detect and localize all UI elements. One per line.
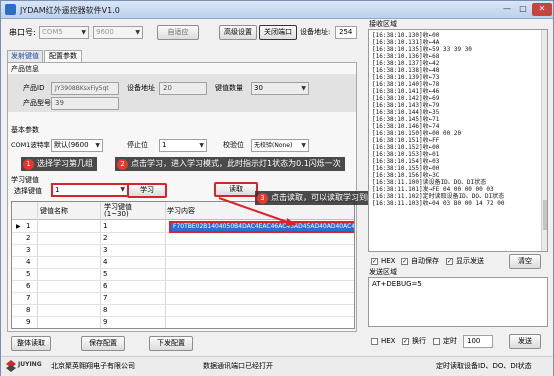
autosave-label: 自动保存	[411, 257, 439, 265]
company-name: 北京聚英翱翔电子有限公司	[51, 362, 135, 370]
newline-label: 换行	[412, 337, 426, 345]
log-line: [16:38:10.143]收←79	[372, 102, 440, 109]
log-line: [16:38:10.146]收←74	[372, 123, 440, 130]
timer-label: 定时	[443, 337, 457, 345]
log-line: [16:38:10.156]收←3C	[372, 172, 440, 179]
log-line: [16:38:10.141]收←46	[372, 88, 440, 95]
send-area-heading: 发送区域	[369, 268, 397, 276]
show-send-checkbox[interactable]: ✓	[446, 258, 453, 265]
log-line: [16:38:10.150]收←00 00 20	[372, 130, 462, 137]
log-line: [16:38:10.153]收←01	[372, 151, 440, 158]
hex-send-label: HEX	[381, 337, 396, 345]
show-send-label: 显示发送	[456, 257, 484, 265]
callout-number: 2	[117, 159, 128, 170]
callout-text: 点击学习，进入学习模式，此时指示灯1状态为0.1闪烁一次	[131, 159, 341, 168]
hex-receive-checkbox[interactable]: ✓	[371, 258, 378, 265]
logo-text: JUYING	[18, 361, 42, 368]
log-line: [16:38:10.139]收←73	[372, 74, 440, 81]
receive-log[interactable]: [16:38:10.130]收←00 [16:38:10.131]收←4A [1…	[368, 29, 548, 252]
log-line: [16:38:10.142]收←69	[372, 95, 440, 102]
log-line: [16:38:10.131]收←4A	[372, 39, 440, 46]
callout-number: 3	[257, 193, 268, 204]
log-line: [16:38:11.101]发→FE 04 00 00 00 03	[372, 186, 494, 193]
read-all-button[interactable]: 整体读取	[11, 336, 51, 351]
newline-checkbox[interactable]: ✓	[402, 338, 409, 345]
log-line: [16:38:10.140]收←78	[372, 81, 440, 88]
log-line: [16:38:10.144]收←35	[372, 109, 440, 116]
receive-scrollbar[interactable]	[541, 30, 547, 251]
hex-receive-label: HEX	[381, 257, 396, 265]
log-line: [16:38:10.152]收←00	[372, 144, 440, 151]
log-line: [16:38:11.103]收←04 03 B0 00 14 72 00	[372, 200, 505, 207]
hex-send-checkbox[interactable]	[371, 338, 378, 345]
log-line: [16:38:11.102]定时读取设备ID、DO、DI状态	[372, 193, 505, 200]
log-line: [16:38:11.100]读设备ID、DO、DI状态	[372, 179, 487, 186]
timer-status: 定时读取设备ID、DO、DI状态	[436, 362, 532, 370]
save-config-button[interactable]: 保存配置	[81, 336, 125, 351]
timer-interval-input[interactable]: 100	[463, 335, 493, 348]
log-line: [16:38:10.138]收←48	[372, 67, 440, 74]
timer-checkbox[interactable]	[433, 338, 440, 345]
log-line: [16:38:10.137]收←42	[372, 60, 440, 67]
send-button[interactable]: 发送	[509, 334, 541, 349]
log-line: [16:38:10.154]收←03	[372, 158, 440, 165]
log-line: [16:38:10.135]收←59 33 39 30	[372, 46, 472, 53]
status-bar: JUYING 北京聚英翱翔电子有限公司 数据通讯端口已经打开 定时读取设备ID、…	[1, 356, 553, 376]
scroll-thumb[interactable]	[543, 200, 547, 230]
autosave-checkbox[interactable]: ✓	[401, 258, 408, 265]
callout-number: 1	[23, 159, 34, 170]
log-line: [16:38:10.130]收←00	[372, 32, 440, 39]
download-config-button[interactable]: 下发配置	[149, 336, 193, 351]
log-line: [16:38:10.136]收←68	[372, 53, 440, 60]
callout-text: 选择学习第几组	[37, 159, 93, 168]
log-line: [16:38:10.151]收←FF	[372, 137, 440, 144]
callout-2: 2 点击学习，进入学习模式，此时指示灯1状态为0.1闪烁一次	[115, 157, 345, 171]
juying-logo	[6, 360, 16, 372]
send-input[interactable]: AT+DEBUG=5	[368, 277, 548, 327]
comm-status: 数据通讯端口已经打开	[203, 362, 273, 370]
callout-1: 1 选择学习第几组	[21, 157, 97, 171]
app-window: JYDAM红外遥控器软件V1.0 — □ ✕ 串口号: COM5 ▼ 9600 …	[0, 0, 554, 376]
receive-area-heading: 接收区域	[369, 20, 397, 28]
clear-button[interactable]: 清空	[509, 254, 541, 269]
arrow-head	[286, 218, 297, 226]
log-line: [16:38:10.145]收←71	[372, 116, 440, 123]
log-line: [16:38:10.155]收←00	[372, 165, 440, 172]
